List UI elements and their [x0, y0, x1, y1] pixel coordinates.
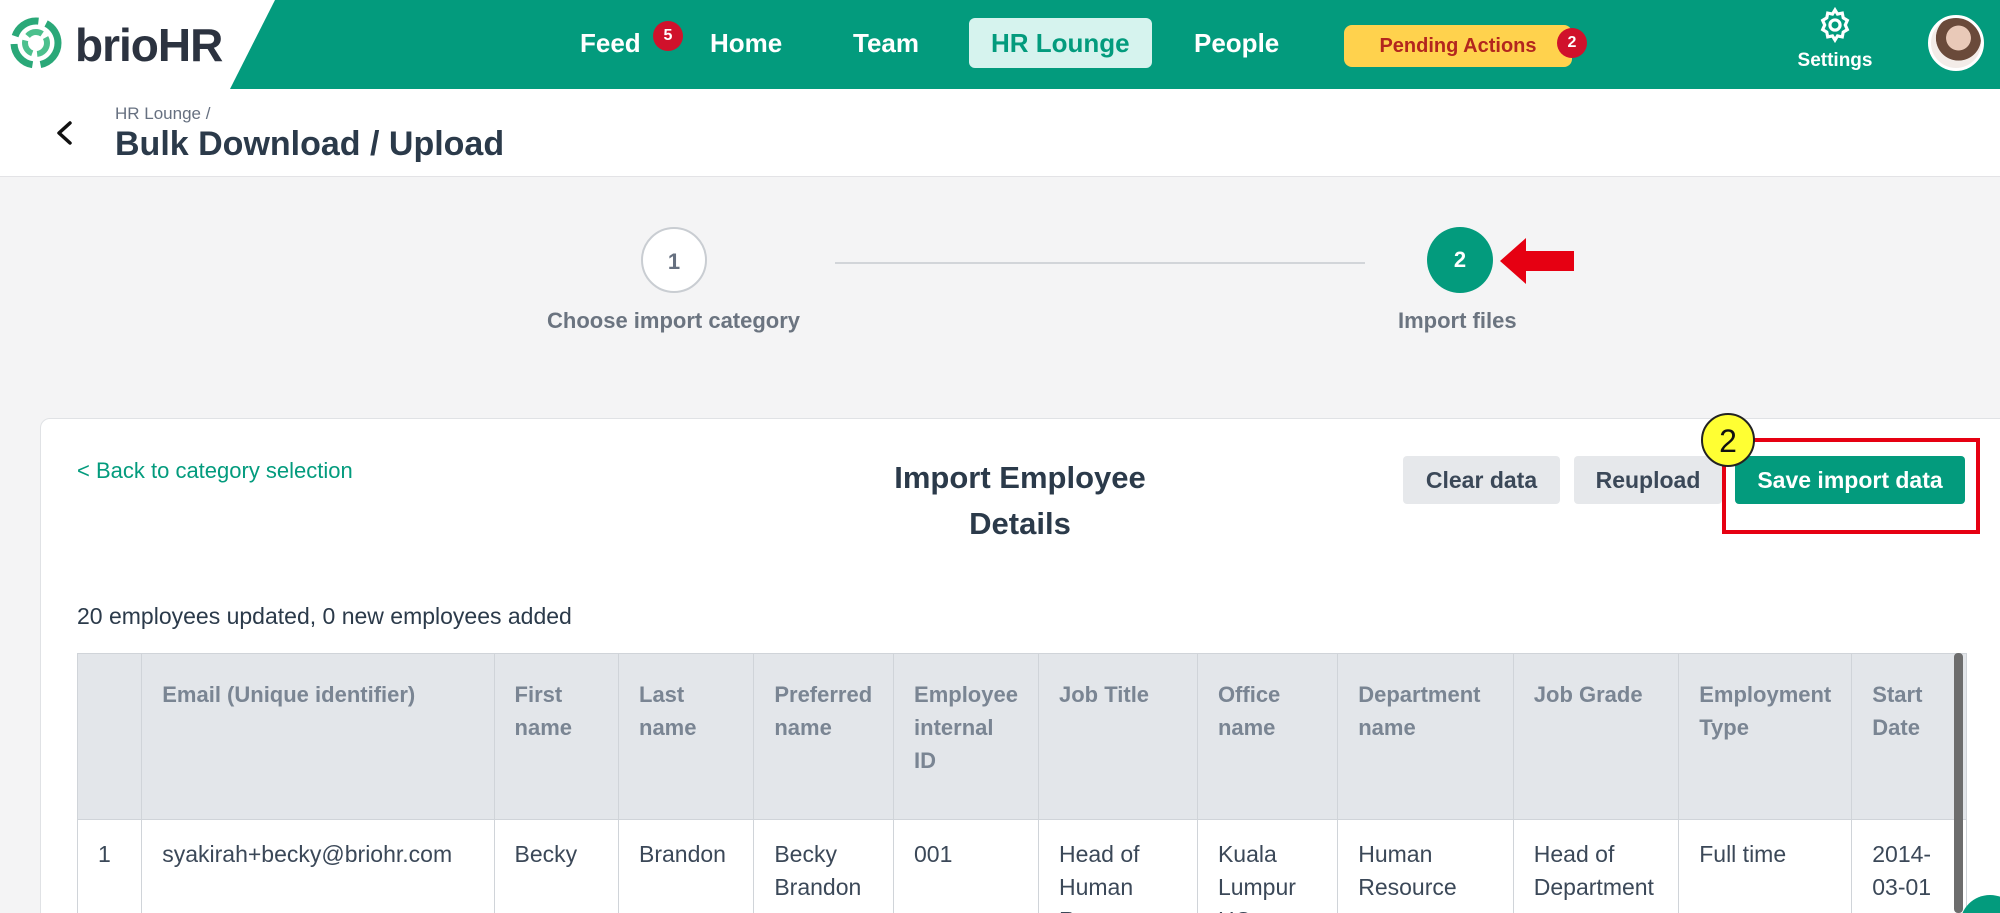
table-cell: Becky [493, 819, 620, 913]
brand-logo-text[interactable]: brioHR [75, 18, 223, 72]
column-header: Employee internal ID [893, 653, 1039, 820]
nav-label: People [1194, 28, 1280, 58]
column-header: Email (Unique identifier) [141, 653, 495, 820]
column-header: First name [493, 653, 620, 820]
table-cell: 001 [893, 819, 1039, 913]
employee-import-table: Email (Unique identifier) First name Las… [77, 653, 1967, 913]
settings-label: Settings [1797, 50, 1873, 71]
highlight-box [1722, 438, 1980, 534]
user-avatar[interactable] [1928, 15, 1984, 71]
card-title: Import Employee Details [870, 455, 1170, 547]
step-2-label: Import files [1398, 308, 1517, 333]
step-1-circle[interactable]: 1 [641, 227, 707, 293]
settings-button[interactable]: Settings [1790, 6, 1880, 86]
card-title-line1: Import Employee [894, 460, 1146, 495]
nav-hr-lounge[interactable]: HR Lounge [969, 18, 1152, 68]
gear-icon [1820, 6, 1850, 44]
column-header: Employment Type [1678, 653, 1853, 820]
red-arrow-icon [1500, 238, 1574, 284]
page-title: Bulk Download / Upload [115, 125, 505, 163]
column-header: Job Grade [1512, 653, 1680, 820]
table-cell: Kuala Lumpur HQ [1196, 819, 1339, 913]
column-header: Office name [1196, 653, 1339, 820]
nav-people[interactable]: People [1172, 18, 1301, 68]
feed-badge: 5 [653, 21, 683, 51]
table-cell: Human Resource [1337, 819, 1514, 913]
nav-label: Home [710, 28, 783, 58]
column-header: Department name [1337, 653, 1514, 820]
logo-area: brioHR [0, 0, 275, 89]
employee-table-container[interactable]: Email (Unique identifier) First name Las… [77, 653, 1967, 913]
top-nav-bar: brioHR Feed 5 Home Team HR Lounge People… [0, 0, 2000, 89]
table-cell: Head of Human Resource [1037, 819, 1198, 913]
brio-logo-icon[interactable] [10, 15, 62, 71]
pending-actions-badge: 2 [1557, 28, 1587, 58]
table-cell: Full time [1678, 819, 1853, 913]
column-header: Job Title [1037, 653, 1198, 820]
nav-label: Feed [580, 28, 641, 58]
nav-label: Team [853, 28, 919, 58]
stepper-connector [835, 262, 1365, 264]
import-summary: 20 employees updated, 0 new employees ad… [77, 603, 572, 629]
table-cell: Becky Brandon [753, 819, 895, 913]
column-header: Preferred name [753, 653, 895, 820]
table-cell: 1 [77, 819, 143, 913]
column-header: Start Date [1851, 653, 1967, 820]
table-row: 1 syakirah+becky@briohr.com Becky Brando… [77, 819, 1967, 913]
step-annotation-badge: 2 [1701, 413, 1755, 467]
brand-name-part1: brio [75, 19, 159, 71]
column-header: Last name [617, 653, 755, 820]
back-to-category-link[interactable]: < Back to category selection [77, 458, 353, 484]
back-chevron-icon[interactable] [50, 113, 80, 153]
breadcrumb[interactable]: HR Lounge / [115, 104, 210, 124]
nav-label: HR Lounge [991, 28, 1130, 58]
table-scrollbar[interactable] [1954, 653, 1963, 913]
page-header: HR Lounge / Bulk Download / Upload [0, 89, 2000, 177]
table-cell: 2014-03-01 [1851, 819, 1967, 913]
card-title-line2: Details [969, 506, 1071, 541]
table-cell: syakirah+becky@briohr.com [141, 819, 495, 913]
pending-actions-button[interactable]: Pending Actions [1344, 25, 1572, 67]
brand-name-part2: HR [157, 19, 223, 71]
step-2-circle[interactable]: 2 [1427, 227, 1493, 293]
pending-actions-label: Pending Actions [1379, 35, 1537, 57]
table-header-row: Email (Unique identifier) First name Las… [77, 653, 1967, 820]
table-cell: Brandon [617, 819, 755, 913]
reupload-button[interactable]: Reupload [1574, 456, 1722, 504]
table-cell: Head of Department [1512, 819, 1680, 913]
nav-team[interactable]: Team [831, 18, 941, 68]
clear-data-button[interactable]: Clear data [1403, 456, 1560, 504]
column-header [77, 653, 143, 820]
nav-home[interactable]: Home [688, 18, 804, 68]
nav-feed[interactable]: Feed [558, 18, 663, 68]
step-1-label: Choose import category [547, 308, 801, 333]
